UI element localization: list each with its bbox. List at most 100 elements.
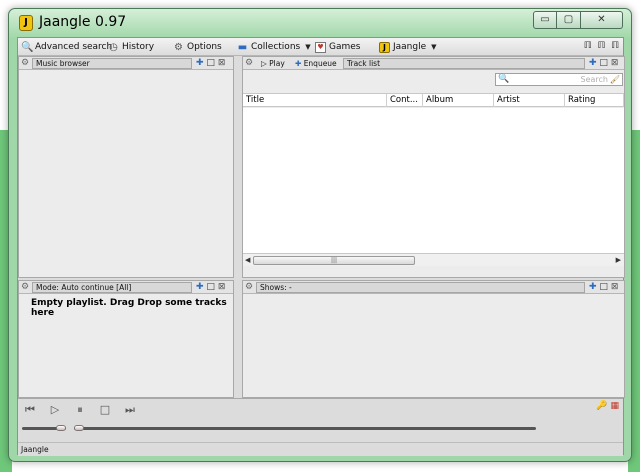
equalizer-icon[interactable]: ▦ bbox=[610, 401, 619, 411]
close-panel-icon[interactable]: ⊠ bbox=[611, 58, 619, 68]
play-button[interactable]: ▷ Play bbox=[261, 58, 285, 69]
history-label: History bbox=[122, 42, 155, 52]
playlist-controls: ✚ □ ⊠ bbox=[196, 281, 225, 293]
maximize-panel-icon[interactable]: □ bbox=[599, 58, 608, 68]
history-clock-icon: ◷ bbox=[109, 41, 118, 53]
close-panel-icon[interactable]: ⊠ bbox=[218, 58, 226, 68]
add-icon: ✚ bbox=[295, 59, 302, 68]
collections-label: Collections bbox=[251, 42, 301, 52]
maximize-button[interactable]: ▢ bbox=[557, 11, 581, 29]
track-list-panel: ⚙ ▷ Play ✚ Enqueue Track list ✚ □ ⊠ 🔍 Se… bbox=[242, 56, 625, 278]
playlist-mode-title[interactable]: Mode: Auto continue [All] bbox=[32, 282, 192, 293]
client-area: 🔍 Advanced search ◷ History ⚙ Options ▬ … bbox=[17, 37, 625, 456]
column-contributing[interactable]: Cont... bbox=[387, 94, 423, 107]
play-button[interactable]: ▷ bbox=[47, 403, 63, 417]
column-artist[interactable]: Artist bbox=[494, 94, 565, 107]
layout-3-icon[interactable]: ℿ bbox=[611, 41, 619, 51]
shows-header: ⚙ Shows: - ✚ □ ⊠ bbox=[243, 281, 624, 294]
layout-1-icon[interactable]: ℿ bbox=[584, 41, 592, 51]
previous-track-button[interactable]: ⏮ bbox=[22, 403, 38, 417]
pause-button[interactable]: ⏸ bbox=[72, 403, 88, 417]
music-browser-title[interactable]: Music browser bbox=[32, 58, 192, 69]
volume-slider-handle[interactable] bbox=[56, 425, 66, 431]
main-toolbar: 🔍 Advanced search ◷ History ⚙ Options ▬ … bbox=[18, 38, 623, 56]
track-list-column-headers: Title Cont... Album Artist Rating bbox=[243, 93, 624, 107]
track-search-input[interactable]: 🔍 Search 🖌 bbox=[495, 73, 623, 86]
title-bar[interactable]: J Jaangle 0.97 ▭ ▢ ✕ bbox=[9, 9, 631, 37]
track-list-body[interactable] bbox=[243, 108, 624, 253]
enqueue-label: Enqueue bbox=[303, 59, 337, 68]
playlist-panel: ⚙ Mode: Auto continue [All] ✚ □ ⊠ Empty … bbox=[18, 280, 234, 398]
scroll-right-icon[interactable]: ▶ bbox=[616, 254, 621, 266]
panel-splitter[interactable] bbox=[236, 56, 240, 398]
playlist-header: ⚙ Mode: Auto continue [All] ✚ □ ⊠ bbox=[19, 281, 233, 294]
player-controls: ⏮ ▷ ⏸ □ ⏭ 🔑 ▦ bbox=[18, 398, 623, 442]
shows-controls: ✚ □ ⊠ bbox=[589, 281, 618, 293]
window-title: Jaangle 0.97 bbox=[39, 14, 127, 30]
seek-track[interactable] bbox=[74, 427, 536, 430]
jaangle-menu-button[interactable]: J Jaangle ▼ bbox=[379, 40, 437, 54]
advanced-search-label: Advanced search bbox=[35, 42, 113, 52]
layout-buttons: ℿ ℿ ℿ bbox=[584, 41, 619, 51]
column-album[interactable]: Album bbox=[423, 94, 494, 107]
gear-icon[interactable]: ⚙ bbox=[21, 58, 29, 69]
shows-panel: ⚙ Shows: - ✚ □ ⊠ bbox=[242, 280, 625, 398]
column-rating[interactable]: Rating bbox=[565, 94, 624, 107]
add-icon[interactable]: ✚ bbox=[196, 282, 204, 292]
history-button[interactable]: ◷ History bbox=[108, 40, 154, 54]
gear-icon[interactable]: ⚙ bbox=[21, 282, 29, 293]
gear-icon[interactable]: ⚙ bbox=[245, 58, 253, 69]
folder-icon: ▬ bbox=[237, 41, 248, 53]
music-browser-controls: ✚ □ ⊠ bbox=[196, 57, 225, 69]
clear-search-icon[interactable]: 🖌 bbox=[610, 74, 620, 85]
collections-dropdown-icon[interactable]: ▼ bbox=[305, 43, 310, 51]
games-label: Games bbox=[329, 42, 361, 52]
minimize-button[interactable]: ▭ bbox=[533, 11, 557, 29]
scroll-thumb[interactable]: ||| bbox=[253, 256, 415, 265]
seek-slider-handle[interactable] bbox=[74, 425, 84, 431]
key-icon[interactable]: 🔑 bbox=[596, 401, 607, 411]
maximize-panel-icon[interactable]: □ bbox=[206, 282, 215, 292]
scroll-left-icon[interactable]: ◀ bbox=[245, 254, 250, 266]
play-label: Play bbox=[269, 59, 285, 68]
jaangle-dropdown-icon[interactable]: ▼ bbox=[431, 43, 436, 51]
next-track-button[interactable]: ⏭ bbox=[122, 403, 138, 417]
search-placeholder: Search bbox=[580, 75, 608, 84]
enqueue-button[interactable]: ✚ Enqueue bbox=[295, 58, 337, 69]
track-list-title[interactable]: Track list bbox=[343, 58, 585, 69]
maximize-panel-icon[interactable]: □ bbox=[599, 282, 608, 292]
track-list-header: ⚙ ▷ Play ✚ Enqueue Track list ✚ □ ⊠ bbox=[243, 57, 624, 70]
music-browser-header: ⚙ Music browser ✚ □ ⊠ bbox=[19, 57, 233, 70]
magnifier-icon: 🔍 bbox=[21, 41, 34, 53]
track-list-controls: ✚ □ ⊠ bbox=[589, 57, 618, 69]
play-icon: ▷ bbox=[261, 59, 270, 68]
maximize-panel-icon[interactable]: □ bbox=[206, 58, 215, 68]
jaangle-icon[interactable]: J bbox=[19, 15, 33, 31]
track-list-hscrollbar[interactable]: ◀ ||| ▶ bbox=[243, 253, 624, 266]
close-panel-icon[interactable]: ⊠ bbox=[218, 282, 226, 292]
search-icon: 🔍 bbox=[498, 74, 510, 84]
close-button[interactable]: ✕ bbox=[581, 11, 623, 29]
shows-title[interactable]: Shows: - bbox=[256, 282, 585, 293]
stop-button[interactable]: □ bbox=[97, 403, 113, 417]
window-controls: ▭ ▢ ✕ bbox=[533, 11, 623, 29]
player-extra-icons: 🔑 ▦ bbox=[596, 401, 619, 411]
jaangle-icon: J bbox=[379, 41, 390, 53]
gear-icon[interactable]: ⚙ bbox=[245, 282, 253, 293]
music-browser-panel: ⚙ Music browser ✚ □ ⊠ bbox=[18, 56, 234, 278]
options-button[interactable]: ⚙ Options bbox=[173, 40, 222, 54]
jaangle-menu-label: Jaangle bbox=[393, 42, 427, 52]
games-button[interactable]: ♥ Games bbox=[315, 40, 360, 54]
close-panel-icon[interactable]: ⊠ bbox=[611, 282, 619, 292]
advanced-search-button[interactable]: 🔍 Advanced search bbox=[21, 40, 112, 54]
add-icon[interactable]: ✚ bbox=[196, 58, 204, 68]
add-icon[interactable]: ✚ bbox=[589, 282, 597, 292]
empty-playlist-message: Empty playlist. Drag Drop some tracks he… bbox=[31, 298, 227, 318]
add-icon[interactable]: ✚ bbox=[589, 58, 597, 68]
collections-button[interactable]: ▬ Collections ▼ bbox=[237, 40, 311, 54]
gear-icon: ⚙ bbox=[174, 41, 183, 53]
status-text: Jaangle bbox=[21, 445, 49, 454]
cards-icon: ♥ bbox=[315, 41, 326, 53]
column-title[interactable]: Title bbox=[243, 94, 387, 107]
layout-2-icon[interactable]: ℿ bbox=[597, 41, 605, 51]
